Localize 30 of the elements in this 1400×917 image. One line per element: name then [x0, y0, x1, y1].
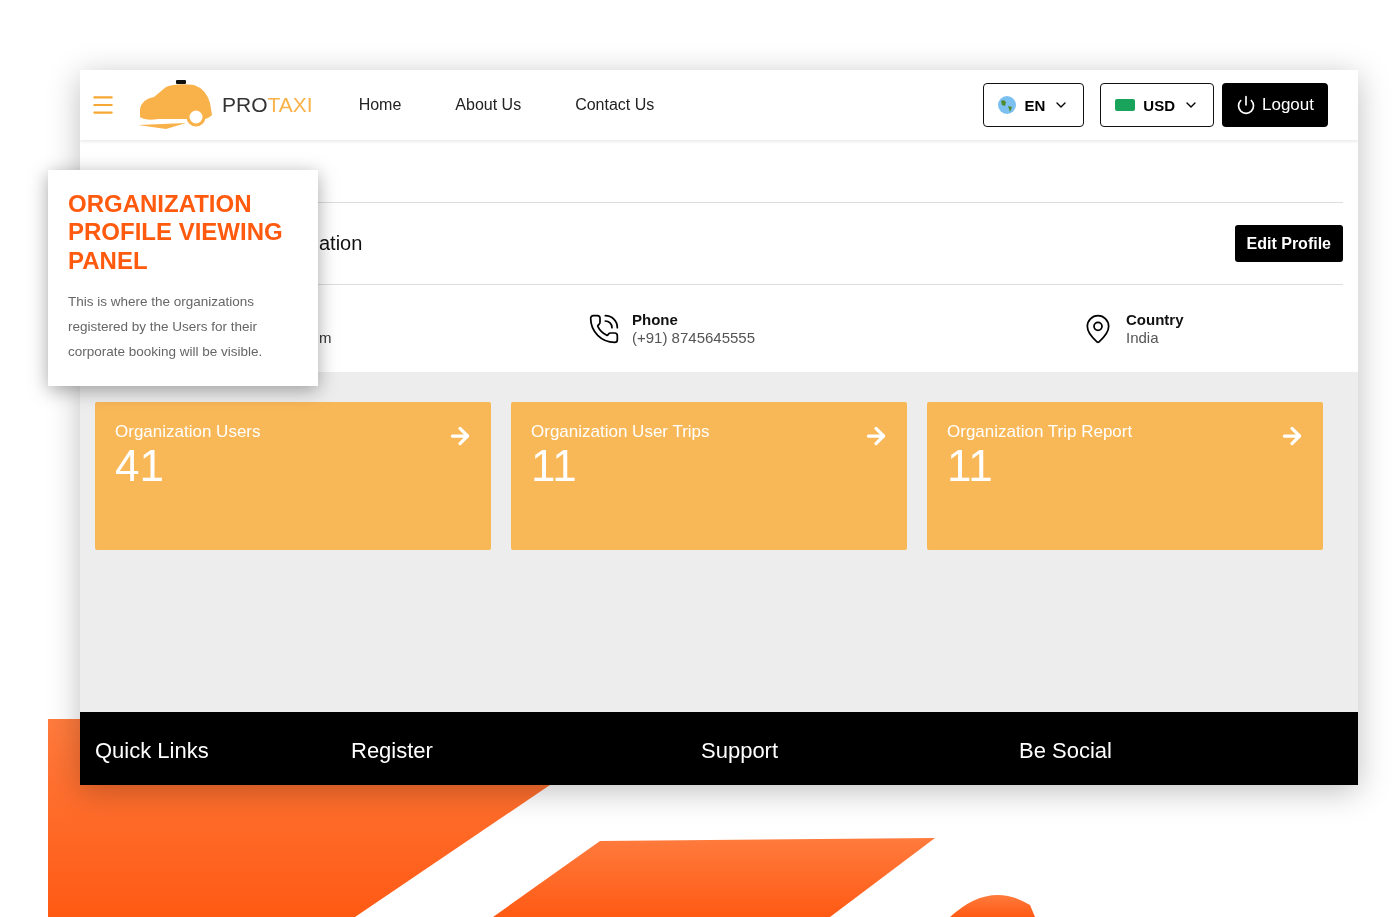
section-title: ation	[319, 232, 363, 255]
callout-text: This is where the organizations registered by the Users for their corporate booking will be visible.	[68, 292, 264, 361]
footer-heading: Be Social	[1019, 738, 1113, 765]
card-title: Organization Users	[115, 422, 261, 442]
detail-label: Phone	[632, 311, 679, 328]
detail-value: m	[319, 329, 332, 346]
globe-icon	[998, 96, 1017, 114]
footer-heading: Register	[351, 738, 434, 765]
card-count: 11	[531, 444, 578, 488]
currency-dropdown[interactable]: USD	[1100, 83, 1214, 127]
card-count: 11	[947, 444, 994, 488]
card-title: Organization User Trips	[531, 422, 710, 442]
detail-label: Country	[1126, 311, 1184, 328]
edit-profile-button[interactable]: Edit Profile	[1234, 225, 1343, 262]
nav-link[interactable]: Contact Us	[575, 96, 655, 114]
callout-title: ORGANIZATION PROFILE VIEWING PANEL	[68, 190, 284, 275]
detail-value: India	[1126, 329, 1160, 346]
banknote-icon	[1115, 99, 1136, 111]
brand-name: PROTAXI	[222, 93, 313, 117]
card-count: 41	[115, 444, 165, 488]
power-icon	[1236, 95, 1256, 115]
phone-icon	[588, 312, 620, 345]
detail-value: (+91) 8745645555	[632, 329, 756, 346]
language-dropdown[interactable]: EN	[983, 83, 1085, 127]
nav-link[interactable]: Home	[358, 96, 402, 114]
footer-heading: Support	[701, 738, 780, 765]
card-title: Organization Trip Report	[947, 422, 1133, 442]
footer-heading: Quick Links	[95, 738, 210, 765]
nav-link[interactable]: About Us	[455, 96, 522, 114]
logout-button[interactable]: Logout	[1222, 83, 1328, 127]
